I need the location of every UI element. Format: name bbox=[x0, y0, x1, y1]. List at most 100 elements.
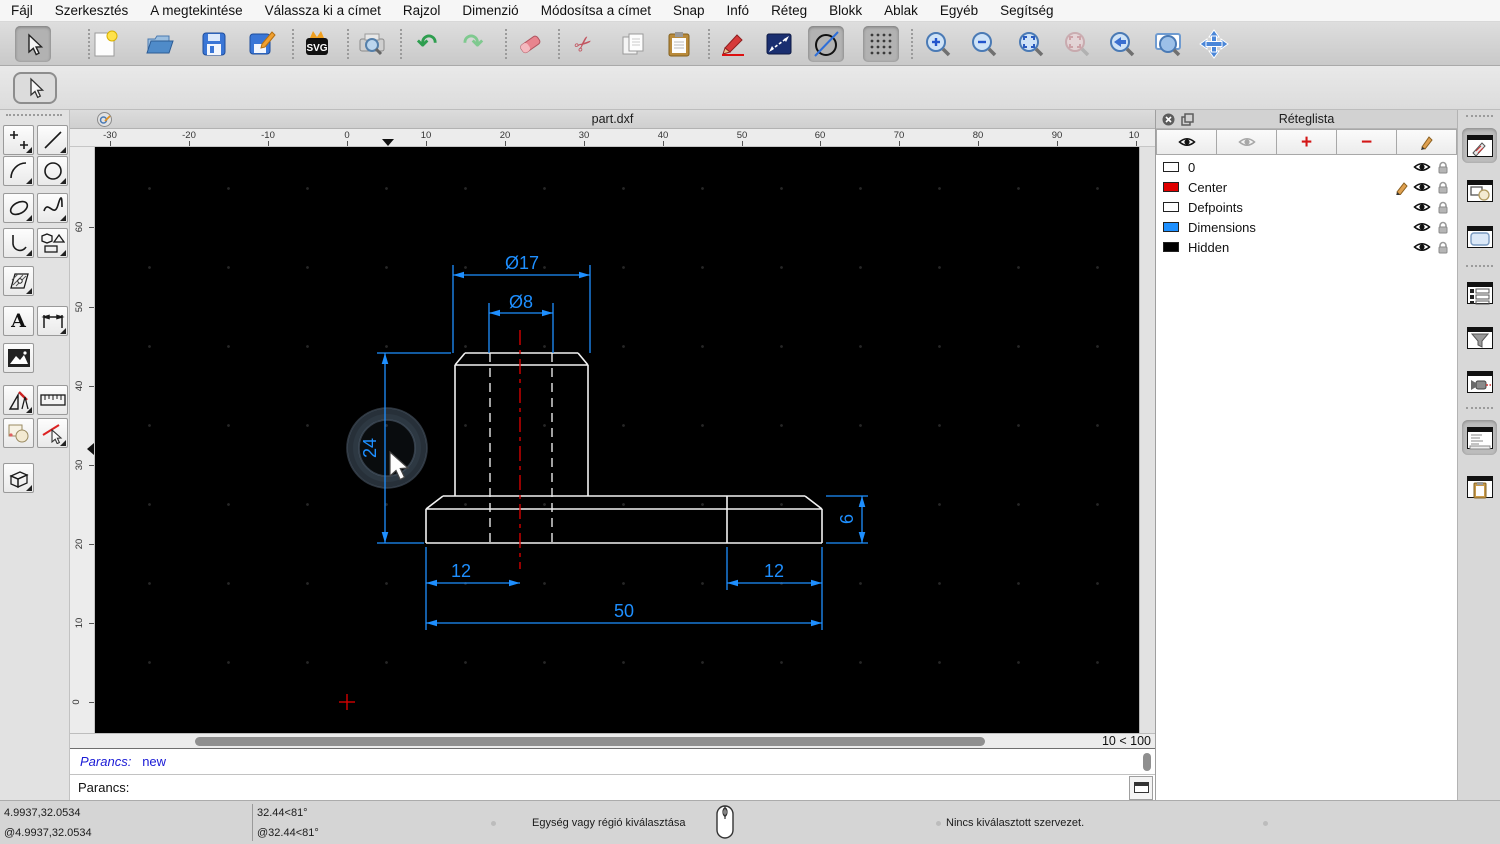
image-tool-button[interactable] bbox=[3, 343, 34, 373]
menu-misc[interactable]: Egyéb bbox=[929, 0, 989, 22]
cube-3d-tool-button[interactable] bbox=[3, 463, 34, 493]
grid-toggle-button[interactable] bbox=[863, 26, 899, 62]
spline-tool-button[interactable] bbox=[37, 193, 68, 223]
layer-lock-icon[interactable] bbox=[1437, 201, 1449, 214]
layer-lock-icon[interactable] bbox=[1437, 241, 1449, 254]
zoom-selected-button[interactable] bbox=[1059, 26, 1095, 62]
print-preview-button[interactable] bbox=[354, 26, 390, 62]
canvas-vertical-scrollbar[interactable] bbox=[1139, 147, 1155, 733]
dimension-tool-button[interactable] bbox=[37, 306, 68, 336]
polar-relative: @32.44<81° bbox=[257, 827, 319, 839]
layer-row[interactable]: Defpoints bbox=[1156, 197, 1457, 217]
layer-list-dock-button[interactable] bbox=[1462, 128, 1497, 163]
save-button[interactable] bbox=[196, 26, 232, 62]
edit-layer-button[interactable] bbox=[1397, 129, 1457, 155]
menu-edit[interactable]: Szerkesztés bbox=[44, 0, 140, 22]
layer-visible-icon[interactable] bbox=[1413, 181, 1431, 193]
modify-tool-button[interactable] bbox=[3, 385, 34, 415]
palette-drag-handle[interactable] bbox=[6, 114, 62, 116]
layer-lock-icon[interactable] bbox=[1437, 161, 1449, 174]
paste-button[interactable] bbox=[661, 26, 697, 62]
zoom-previous-button[interactable] bbox=[1104, 26, 1140, 62]
library-dock-button[interactable] bbox=[1462, 219, 1497, 254]
remove-layer-button[interactable]: − bbox=[1337, 129, 1397, 155]
layer-lock-icon[interactable] bbox=[1437, 221, 1449, 234]
hatch-tool-button[interactable] bbox=[3, 266, 34, 296]
circle-tool-button[interactable] bbox=[37, 156, 68, 186]
aligned-dimension-button[interactable] bbox=[761, 26, 797, 62]
redo-button[interactable]: ↷ bbox=[455, 26, 491, 62]
drawing-canvas[interactable]: Ø17 Ø8 24 12 12 50 6 bbox=[95, 147, 1139, 733]
menu-draw[interactable]: Rajzol bbox=[392, 0, 452, 22]
command-dock-button[interactable] bbox=[1462, 420, 1497, 455]
layer-visible-icon[interactable] bbox=[1413, 241, 1431, 253]
layer-color-swatch bbox=[1163, 202, 1179, 212]
ellipse-tool-button[interactable] bbox=[3, 193, 34, 223]
polygon-tool-button[interactable] bbox=[37, 228, 68, 258]
point-tool-button[interactable] bbox=[3, 125, 34, 155]
new-document-button[interactable] bbox=[87, 26, 123, 62]
dock-drag-handle[interactable] bbox=[1466, 115, 1493, 117]
layer-visible-icon[interactable] bbox=[1413, 161, 1431, 173]
export-svg-button[interactable]: SVG bbox=[299, 26, 335, 62]
layer-visible-icon[interactable] bbox=[1413, 221, 1431, 233]
zoom-out-button[interactable] bbox=[966, 26, 1002, 62]
hruler-label: -20 bbox=[182, 130, 196, 141]
menu-info[interactable]: Infó bbox=[716, 0, 761, 22]
zoom-in-button[interactable] bbox=[920, 26, 956, 62]
line-tool-button[interactable] bbox=[37, 125, 68, 155]
undo-button[interactable]: ↶ bbox=[409, 26, 445, 62]
zoom-auto-button[interactable] bbox=[1013, 26, 1049, 62]
pan-button[interactable] bbox=[1196, 26, 1232, 62]
canvas-horizontal-scrollbar[interactable]: 10 < 100 bbox=[70, 733, 1155, 748]
menu-help[interactable]: Segítség bbox=[989, 0, 1064, 22]
layer-row[interactable]: 0 bbox=[1156, 157, 1457, 177]
command-options-button[interactable] bbox=[1129, 776, 1153, 800]
select-button[interactable] bbox=[15, 26, 51, 62]
polyline-tool-button[interactable] bbox=[3, 228, 34, 258]
menu-view[interactable]: A megtekintése bbox=[139, 0, 253, 22]
open-file-button[interactable] bbox=[142, 26, 178, 62]
layer-row[interactable]: Center bbox=[1156, 177, 1457, 197]
menu-dimension[interactable]: Dimenzió bbox=[451, 0, 529, 22]
dim-phi17: Ø17 bbox=[505, 253, 539, 273]
arc-tool-button[interactable] bbox=[3, 156, 34, 186]
save-as-button[interactable] bbox=[244, 26, 280, 62]
menu-file[interactable]: Fájl bbox=[0, 0, 44, 22]
current-tool-select-button[interactable] bbox=[13, 72, 57, 104]
spotlight-dock-button[interactable] bbox=[1462, 364, 1497, 399]
menu-block[interactable]: Blokk bbox=[818, 0, 873, 22]
layer-row[interactable]: Dimensions bbox=[1156, 217, 1457, 237]
delete-button[interactable] bbox=[512, 26, 548, 62]
clipboard-dock-button[interactable] bbox=[1462, 469, 1497, 504]
measure-tool-button[interactable] bbox=[37, 385, 68, 415]
zoom-window-button[interactable] bbox=[1150, 26, 1186, 62]
menu-window[interactable]: Ablak bbox=[873, 0, 929, 22]
layer-lock-icon[interactable] bbox=[1437, 181, 1449, 194]
filter-dock-button[interactable] bbox=[1462, 320, 1497, 355]
order-tool-button[interactable] bbox=[3, 418, 34, 448]
command-input[interactable] bbox=[135, 777, 1129, 799]
copy-button[interactable] bbox=[615, 26, 651, 62]
layer-row[interactable]: Hidden bbox=[1156, 237, 1457, 257]
menu-snap[interactable]: Snap bbox=[662, 0, 716, 22]
history-scroll-thumb[interactable] bbox=[1143, 753, 1151, 771]
circle-line-button[interactable] bbox=[808, 26, 844, 62]
select-entity-tool-button[interactable] bbox=[37, 418, 68, 448]
menu-layer[interactable]: Réteg bbox=[760, 0, 818, 22]
add-layer-button[interactable]: + bbox=[1277, 129, 1337, 155]
menu-modify[interactable]: Módosítsa a címet bbox=[530, 0, 662, 22]
eye-off-icon bbox=[1238, 136, 1256, 148]
block-list-dock-button[interactable] bbox=[1462, 173, 1497, 208]
layer-visible-icon[interactable] bbox=[1413, 201, 1431, 213]
cut-button[interactable]: ✂ bbox=[566, 26, 602, 62]
pan-arrows-icon bbox=[1199, 29, 1229, 59]
draw-pencil-button[interactable] bbox=[715, 26, 751, 62]
diagonal-arrow-icon bbox=[765, 32, 793, 56]
hscroll-thumb[interactable] bbox=[195, 737, 985, 746]
menu-select[interactable]: Válassza ki a címet bbox=[254, 0, 392, 22]
hide-all-layers-button[interactable] bbox=[1217, 129, 1277, 155]
show-all-layers-button[interactable] bbox=[1156, 129, 1217, 155]
text-tool-button[interactable]: A bbox=[3, 306, 34, 336]
entity-list-dock-button[interactable] bbox=[1462, 275, 1497, 310]
